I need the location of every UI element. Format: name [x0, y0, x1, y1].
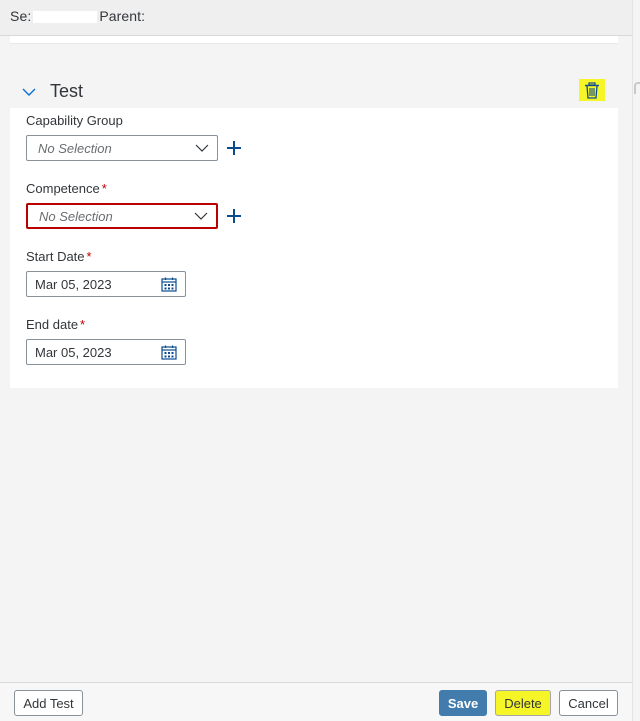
dialog-footer: Add Test Save Delete Cancel [0, 682, 632, 721]
start-date-value[interactable]: Mar 05, 2023 [35, 277, 112, 292]
test-form-card: Capability Group No Selection Competence… [10, 108, 618, 388]
competence-placeholder: No Selection [39, 209, 113, 224]
end-date-value[interactable]: Mar 05, 2023 [35, 345, 112, 360]
end-date-label: End date * [26, 317, 86, 332]
end-date-field[interactable]: Mar 05, 2023 [26, 339, 186, 365]
competence-label: Competence * [26, 181, 107, 196]
calendar-icon[interactable] [161, 277, 177, 292]
previous-section-edge [10, 36, 618, 44]
scrollbar[interactable] [632, 0, 640, 721]
chevron-down-icon [195, 144, 209, 152]
section-header: Test [10, 76, 618, 108]
chevron-down-icon[interactable] [22, 85, 36, 99]
add-competence-icon[interactable] [225, 207, 243, 225]
add-capability-group-icon[interactable] [225, 139, 243, 157]
required-marker: * [86, 249, 92, 264]
header-prefix: Se: [10, 8, 32, 24]
chevron-down-icon [194, 212, 208, 220]
add-test-button[interactable]: Add Test [14, 690, 83, 716]
delete-button[interactable]: Delete [495, 690, 551, 716]
capability-group-placeholder: No Selection [38, 141, 112, 156]
header-label: Se: Parent: [10, 8, 145, 24]
start-date-field[interactable]: Mar 05, 2023 [26, 271, 186, 297]
capability-group-label: Capability Group [26, 113, 123, 128]
trash-icon [585, 81, 599, 99]
redacted-text [33, 11, 98, 24]
cancel-button[interactable]: Cancel [559, 690, 618, 716]
delete-section-button[interactable] [579, 79, 605, 101]
header-parent-label: Parent: [99, 8, 146, 24]
required-marker: * [101, 181, 107, 196]
required-marker: * [80, 317, 86, 332]
save-button[interactable]: Save [439, 690, 487, 716]
calendar-icon[interactable] [161, 345, 177, 360]
capability-group-select[interactable]: No Selection [26, 135, 218, 161]
start-date-label: Start Date * [26, 249, 92, 264]
competence-select[interactable]: No Selection [26, 203, 218, 229]
section-title: Test [50, 81, 84, 101]
dialog-header: Se: Parent: [0, 0, 632, 36]
